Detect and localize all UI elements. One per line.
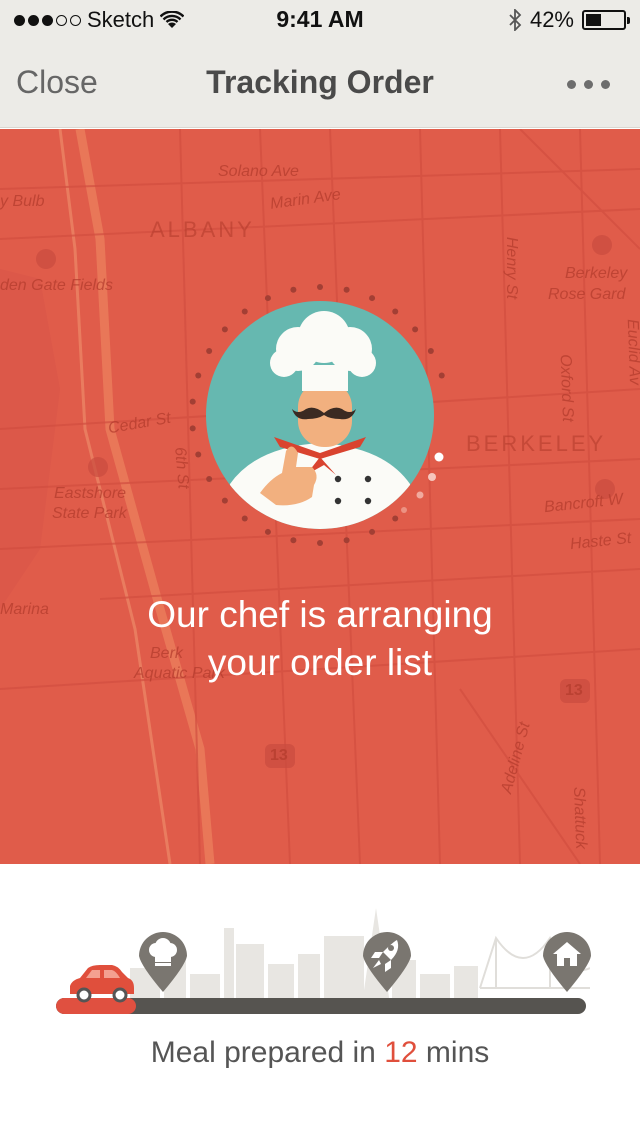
navigation-bar: Close Tracking Order bbox=[0, 40, 640, 128]
status-bar: Sketch 9:41 AM 42% bbox=[0, 0, 640, 40]
stage-pin-kitchen[interactable] bbox=[137, 930, 189, 994]
chef-illustration bbox=[186, 279, 466, 559]
map-label: Eastshore bbox=[54, 485, 127, 502]
home-icon bbox=[543, 932, 591, 992]
map-label: Oxford St bbox=[556, 353, 576, 423]
map-label: State Park bbox=[52, 505, 127, 522]
stage-pin-home[interactable] bbox=[541, 930, 593, 994]
battery-icon bbox=[582, 10, 630, 30]
status-message-line: your order list bbox=[207, 642, 433, 683]
eta-suffix: mins bbox=[417, 1036, 490, 1069]
battery-percent: 42% bbox=[529, 7, 574, 32]
eta-minutes: 12 bbox=[384, 1036, 418, 1069]
map-label: Berkeley bbox=[565, 265, 628, 282]
close-button[interactable]: Close bbox=[16, 64, 98, 101]
status-right: 42% bbox=[508, 7, 630, 33]
map-label: den Gate Fields bbox=[0, 277, 113, 294]
eta-text: Meal prepared in 12 mins bbox=[0, 1036, 640, 1070]
status-message: Our chef is arranging your order list bbox=[0, 591, 640, 687]
chef-hat-icon bbox=[139, 932, 187, 992]
highway-shield: 13 bbox=[270, 747, 288, 764]
map-label: Shattuck bbox=[570, 786, 590, 850]
car-icon bbox=[70, 965, 134, 1003]
rocket-icon bbox=[363, 932, 411, 992]
map-label: y Bulb bbox=[0, 193, 45, 210]
bluetooth-icon bbox=[509, 9, 522, 31]
more-options-button[interactable] bbox=[567, 80, 610, 89]
ellipsis-icon bbox=[567, 80, 576, 89]
map-view[interactable]: Solano Ave Marin Ave ALBANY y Bulb den G… bbox=[0, 129, 640, 864]
delivery-progress-panel: Meal prepared in 12 mins bbox=[0, 864, 640, 1136]
map-label: Euclid Av bbox=[623, 318, 640, 386]
map-label: BERKELEY bbox=[466, 431, 607, 456]
eta-prefix: Meal prepared in bbox=[150, 1036, 385, 1069]
map-label: ALBANY bbox=[150, 217, 255, 242]
status-message-line: Our chef is arranging bbox=[147, 594, 493, 635]
map-label: Rose Gard bbox=[548, 286, 626, 303]
city-skyline bbox=[130, 908, 590, 1004]
stage-pin-dispatch[interactable] bbox=[361, 930, 413, 994]
map-label: Solano Ave bbox=[218, 163, 299, 180]
chef-icon bbox=[189, 284, 445, 546]
map-label: Henry St bbox=[503, 236, 521, 300]
